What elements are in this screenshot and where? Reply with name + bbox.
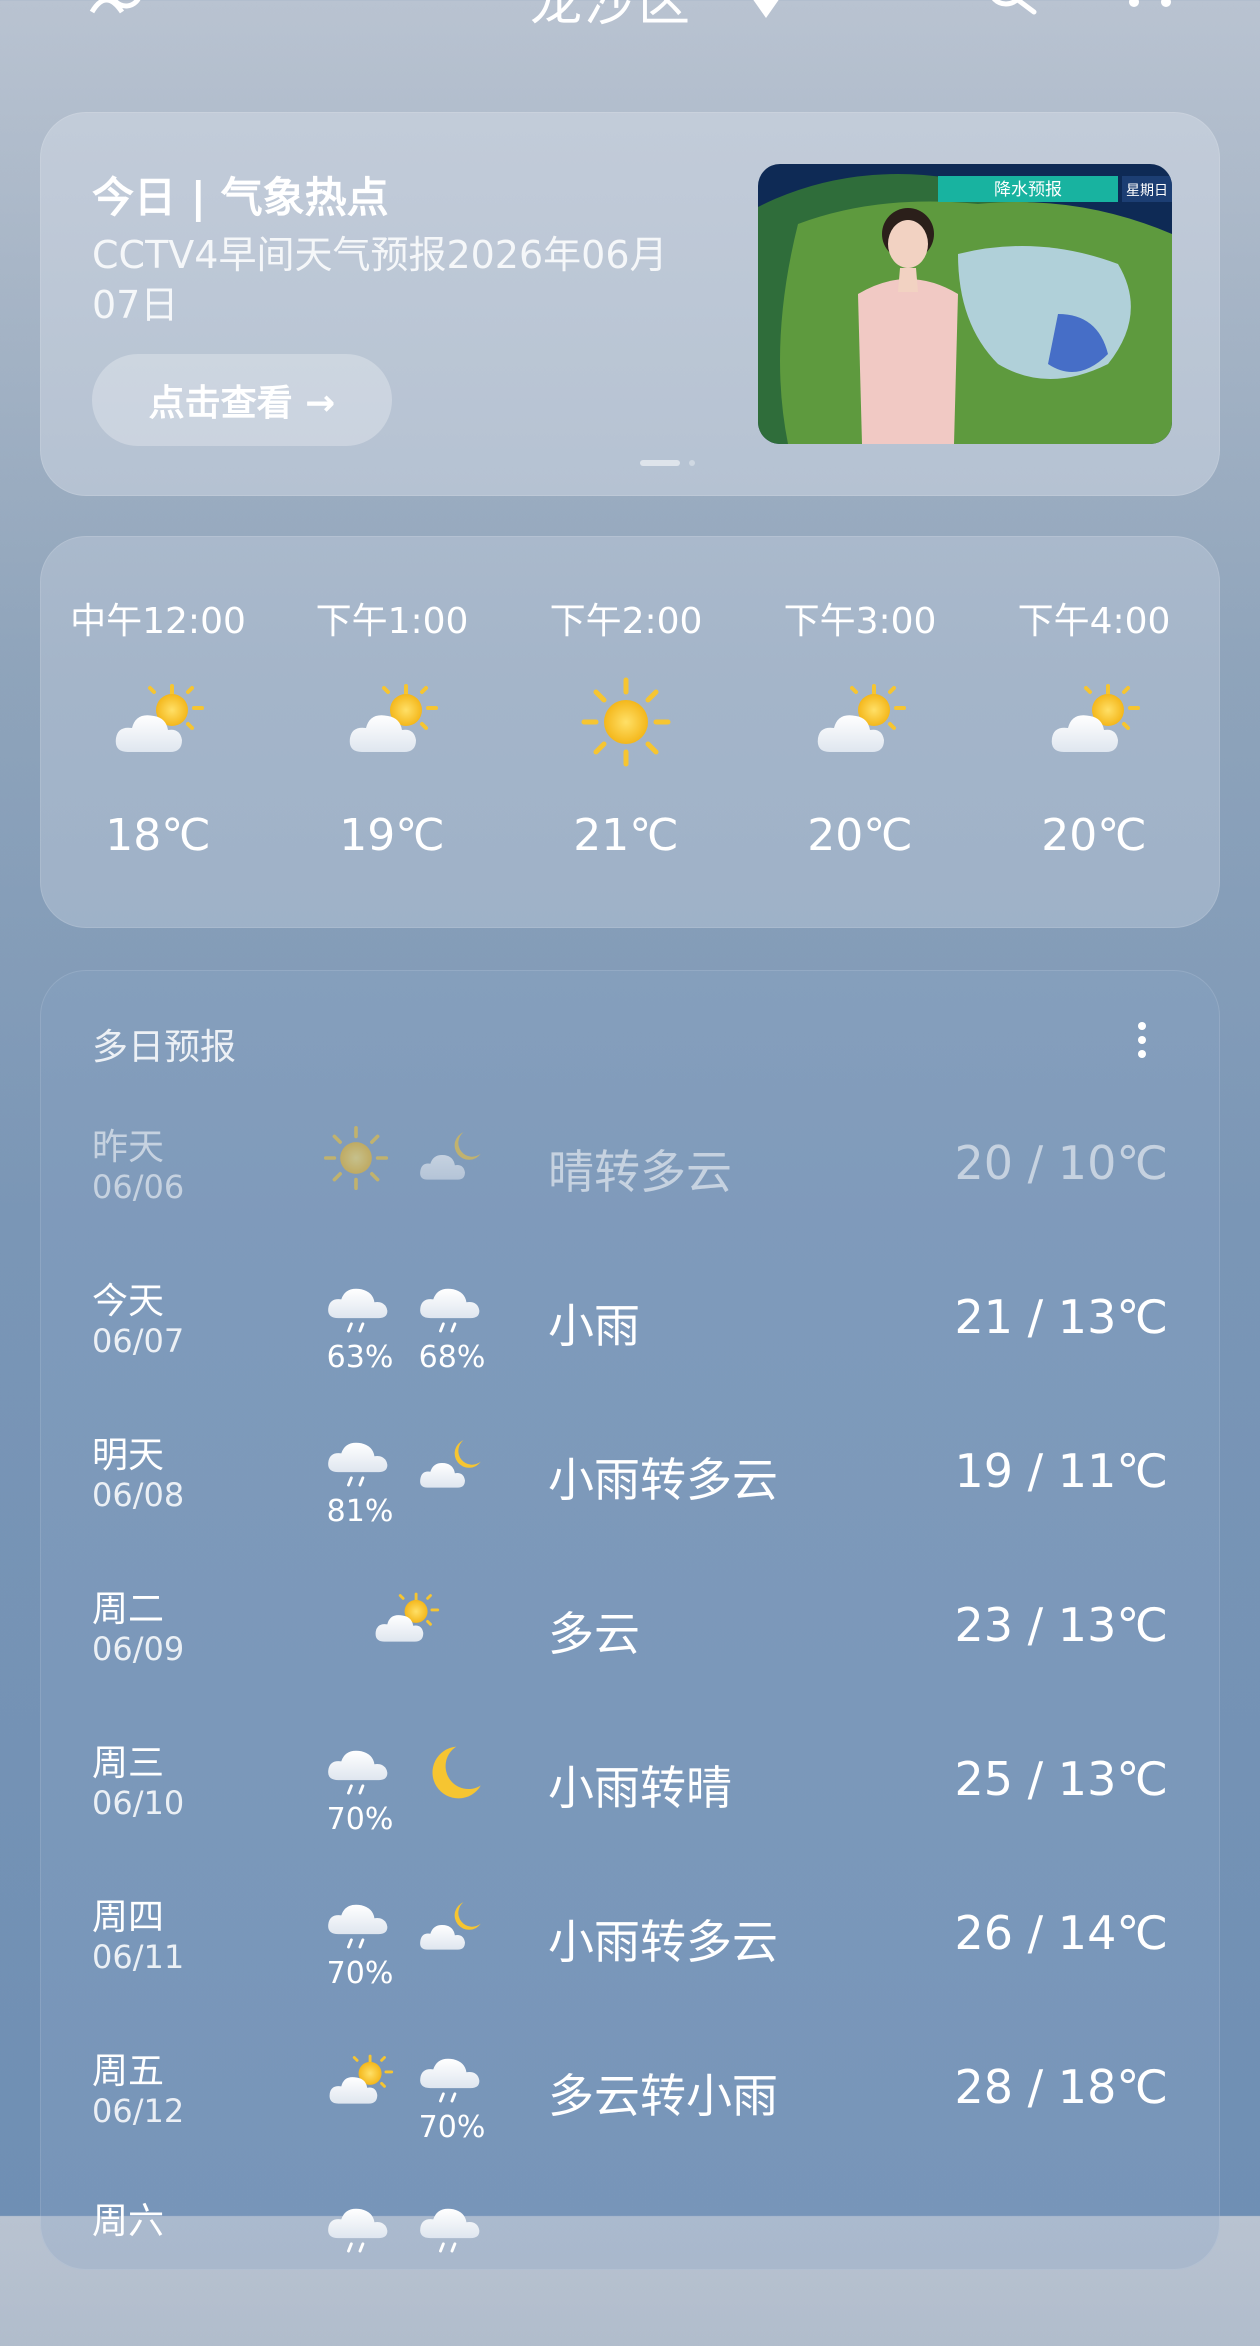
row-temperature: 20 / 10℃ (954, 1136, 1168, 1190)
moon-icon (416, 1738, 488, 1810)
rain-probability: 68% (418, 1340, 486, 1375)
cloudy-moon-icon (416, 1892, 488, 1964)
rain-probability: 81% (326, 1494, 394, 1529)
more-vertical-icon[interactable] (1130, 1018, 1154, 1062)
search-icon[interactable] (984, 0, 1040, 16)
cloudy-moon-icon (416, 1430, 488, 1502)
partly-cloudy-icon (324, 2046, 396, 2118)
forecast-row[interactable]: 今天 06/07 63% 68% 小雨 21 / 13℃ (40, 1272, 1220, 1426)
multi-day-forecast-card: 多日预报 昨天 06/06 晴转多云 20 / 10℃ 今天 06/07 63%… (40, 970, 1220, 2270)
row-date: 06/07 (92, 1322, 185, 1360)
forecast-row[interactable]: 昨天 06/06 晴转多云 20 / 10℃ (40, 1118, 1220, 1272)
row-temperature: 23 / 13℃ (954, 1598, 1168, 1652)
hourly-item: 下午1:00 19℃ (282, 592, 502, 861)
light-rain-icon (324, 1426, 396, 1498)
row-temperature: 28 / 18℃ (954, 2060, 1168, 2114)
partly-cloudy-icon (1044, 672, 1144, 772)
light-rain-icon (324, 1734, 396, 1806)
forecast-row[interactable]: 周五 06/12 70% 多云转小雨 28 / 18℃ (40, 2042, 1220, 2196)
row-day: 周二 (92, 1589, 165, 1630)
row-description: 晴转多云 (548, 1145, 732, 1199)
weather-hotspot-card[interactable]: 今日 | 气象热点 CCTV4早间天气预报2026年06月07日 点击查看 → … (40, 112, 1220, 496)
row-description: 小雨转晴 (548, 1761, 732, 1815)
thumbnail-corner-label: 星期日 (1126, 183, 1168, 199)
hourly-item: 下午3:00 20℃ (750, 592, 970, 861)
row-description: 小雨转多云 (548, 1915, 778, 1969)
row-date: 06/06 (92, 1168, 185, 1206)
more-options-icon[interactable] (1128, 0, 1172, 14)
partly-cloudy-icon (108, 672, 208, 772)
hourly-forecast-card[interactable]: 中午12:00 18℃ 下午1:00 19℃ 下午2:00 21℃ 下午3:00… (40, 536, 1220, 928)
hour-temp: 20℃ (1041, 810, 1147, 861)
rain-probability: 63% (326, 1340, 394, 1375)
row-temperature: 21 / 13℃ (954, 1290, 1168, 1344)
light-rain-icon (324, 2192, 396, 2264)
hour-time: 中午12:00 (70, 601, 246, 642)
row-date: 06/10 (92, 1784, 185, 1822)
row-day: 明天 (92, 1435, 165, 1476)
light-rain-icon (324, 1272, 396, 1344)
hour-time: 下午1:00 (315, 601, 469, 642)
row-day: 今天 (92, 1281, 165, 1322)
hour-temp: 19℃ (339, 810, 445, 861)
row-description: 小雨 (548, 1299, 640, 1353)
row-day: 周六 (92, 2201, 165, 2242)
light-rain-icon (416, 1272, 488, 1344)
hourly-item: 下午2:00 21℃ (516, 592, 736, 861)
row-day: 周四 (92, 1897, 165, 1938)
rain-probability: 70% (418, 2110, 486, 2145)
partly-cloudy-icon (810, 672, 910, 772)
row-description: 多云转小雨 (548, 2069, 778, 2123)
light-rain-icon (324, 1888, 396, 1960)
row-date: 06/08 (92, 1476, 185, 1514)
forecast-video-thumbnail[interactable]: 降水预报 星期日 (758, 164, 1172, 444)
row-temperature: 19 / 11℃ (954, 1444, 1168, 1498)
hour-time: 下午3:00 (783, 601, 937, 642)
manage-cities-icon[interactable] (86, 0, 146, 18)
light-rain-icon (416, 2192, 488, 2264)
forecast-row[interactable]: 明天 06/08 81% 小雨转多云 19 / 11℃ (40, 1426, 1220, 1580)
hour-temp: 20℃ (807, 810, 913, 861)
forecast-row[interactable]: 周六 (40, 2192, 1220, 2346)
location-pin-icon (753, 0, 779, 18)
hourly-item: 下午4:00 20℃ (984, 592, 1204, 861)
forecast-row[interactable]: 周四 06/11 70% 小雨转多云 26 / 14℃ (40, 1888, 1220, 2042)
hour-time: 下午4:00 (1017, 601, 1171, 642)
row-temperature: 25 / 13℃ (954, 1752, 1168, 1806)
hotspot-title: 今日 | 气象热点 (92, 173, 389, 222)
cloudy-moon-icon (416, 1122, 488, 1194)
city-name[interactable]: 龙沙区 (530, 0, 692, 35)
row-day: 周三 (92, 1743, 165, 1784)
row-day: 昨天 (92, 1127, 165, 1168)
thumbnail-label: 降水预报 (994, 180, 1062, 200)
hour-time: 下午2:00 (549, 601, 703, 642)
rain-probability: 70% (326, 1802, 394, 1837)
row-date: 06/11 (92, 1938, 185, 1976)
row-date: 06/12 (92, 2092, 185, 2130)
forecast-row[interactable]: 周三 06/10 70% 小雨转晴 25 / 13℃ (40, 1734, 1220, 1888)
partly-cloudy-icon (342, 672, 442, 772)
rain-probability: 70% (326, 1956, 394, 1991)
forecast-row[interactable]: 周二 06/09 多云 23 / 13℃ (40, 1580, 1220, 1734)
row-description: 小雨转多云 (548, 1453, 778, 1507)
top-bar: 龙沙区 (0, 0, 1260, 40)
sun-icon (576, 672, 676, 772)
hotspot-subtitle: CCTV4早间天气预报2026年06月07日 (92, 233, 668, 327)
view-button[interactable]: 点击查看 → (92, 354, 392, 446)
light-rain-icon (416, 2042, 488, 2114)
carousel-indicator (640, 460, 695, 466)
multi-day-title: 多日预报 (92, 1027, 237, 1068)
hourly-item: 中午12:00 18℃ (48, 592, 268, 861)
row-temperature: 26 / 14℃ (954, 1906, 1168, 1960)
hour-temp: 18℃ (105, 810, 211, 861)
row-description: 多云 (548, 1607, 640, 1661)
hour-temp: 21℃ (573, 810, 679, 861)
row-date: 06/09 (92, 1630, 185, 1668)
partly-cloudy-icon (370, 1584, 442, 1656)
row-day: 周五 (92, 2051, 165, 2092)
sun-icon (320, 1122, 392, 1194)
